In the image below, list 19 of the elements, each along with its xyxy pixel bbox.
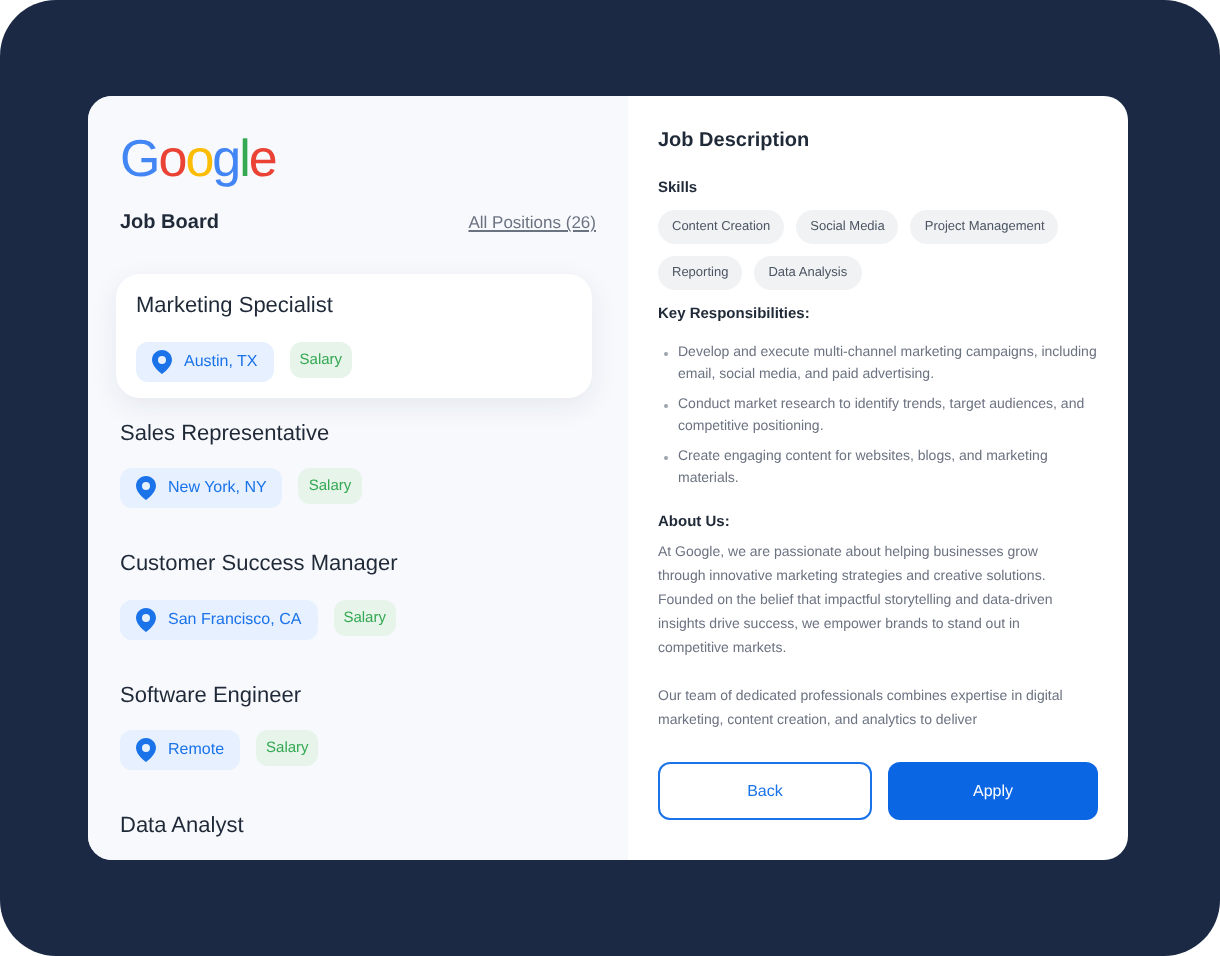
map-pin-icon [152,349,172,373]
board-title: Job Board [120,210,219,238]
job-title[interactable]: Customer Success Manager [120,548,588,581]
description-title: Job Description [658,128,812,156]
location-tag: New York, NY [120,468,283,508]
map-pin-icon [136,476,156,500]
location-tag: Austin, TX [136,341,274,381]
back-button[interactable]: Back [658,762,872,820]
all-positions-link[interactable]: All Positions (26) [468,210,596,236]
job-title[interactable]: Sales Representative [120,417,588,450]
location-tag: San Francisco, CA [120,599,318,639]
map-pin-icon [136,607,156,631]
apply-button[interactable]: Apply [888,762,1098,820]
job-title[interactable]: Marketing Specialist [136,290,572,323]
location-tag: Remote [120,730,241,770]
job-title[interactable]: Data Analyst [120,810,588,843]
map-pin-icon [136,738,156,762]
google-logo: Google [120,128,276,188]
job-title[interactable]: Software Engineer [120,679,588,712]
